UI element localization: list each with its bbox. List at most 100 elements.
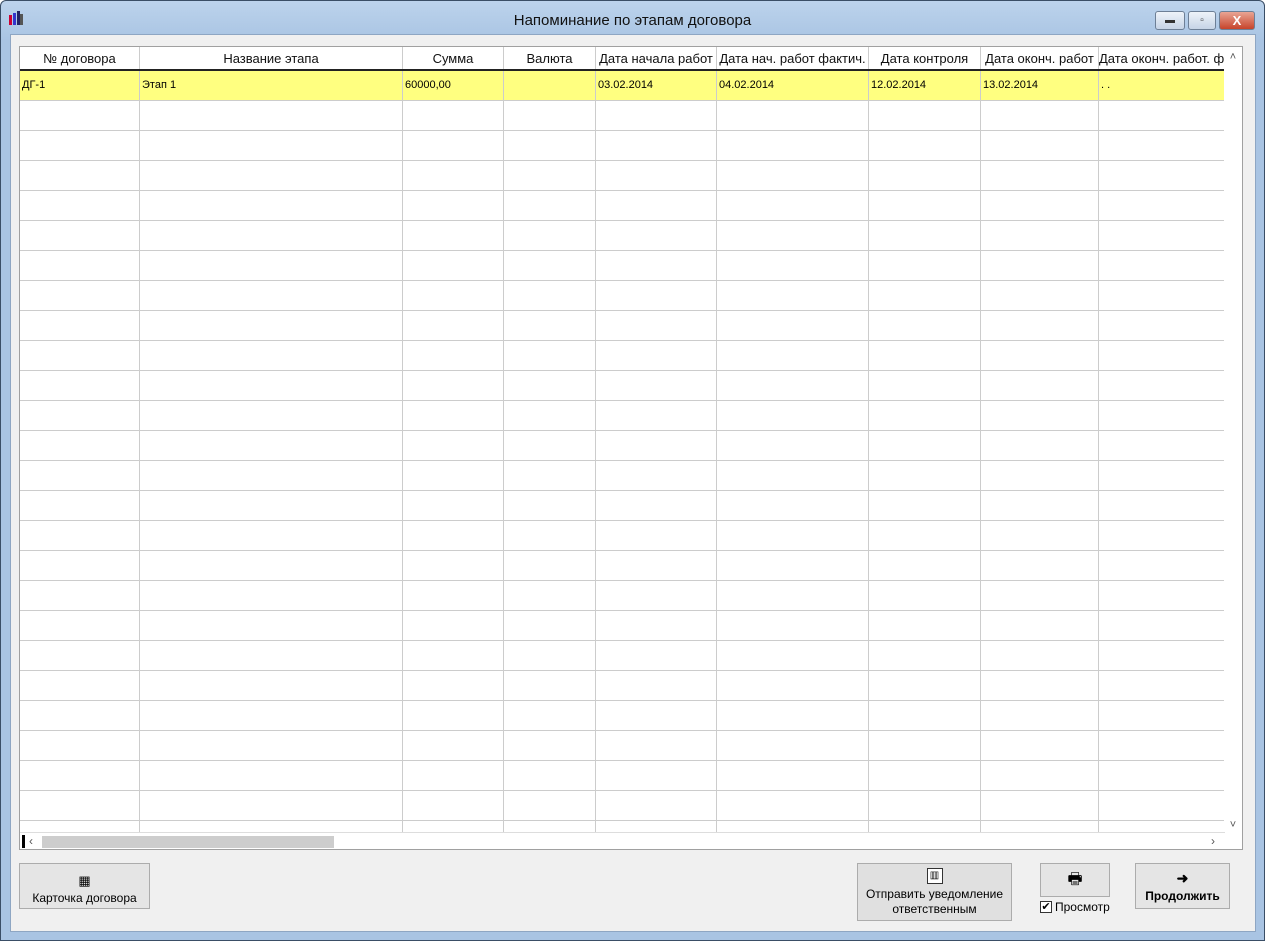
table-cell[interactable] (596, 581, 717, 610)
table-cell[interactable]: 12.02.2014 (869, 71, 981, 100)
table-cell[interactable] (596, 761, 717, 790)
table-cell[interactable] (504, 281, 596, 310)
table-cell[interactable] (596, 521, 717, 550)
table-cell[interactable] (981, 701, 1099, 730)
table-cell[interactable] (981, 491, 1099, 520)
table-cell[interactable] (981, 281, 1099, 310)
table-cell[interactable] (981, 761, 1099, 790)
table-cell[interactable] (717, 401, 869, 430)
table-cell[interactable] (869, 671, 981, 700)
table-cell[interactable] (1099, 701, 1225, 730)
table-cell[interactable] (869, 551, 981, 580)
table-cell[interactable] (140, 101, 403, 130)
table-row[interactable] (20, 161, 1225, 191)
table-cell[interactable] (140, 671, 403, 700)
table-row[interactable] (20, 191, 1225, 221)
table-cell[interactable] (504, 131, 596, 160)
table-cell[interactable] (140, 221, 403, 250)
table-cell[interactable] (869, 101, 981, 130)
table-cell[interactable] (140, 281, 403, 310)
column-header[interactable]: Дата оконч. работ (981, 47, 1099, 69)
table-cell[interactable] (20, 101, 140, 130)
table-cell[interactable]: ДГ-1 (20, 71, 140, 100)
table-cell[interactable] (20, 191, 140, 220)
table-cell[interactable] (596, 161, 717, 190)
send-notification-button[interactable]: ▥ Отправить уведомление ответственным (857, 863, 1012, 921)
table-cell[interactable] (596, 641, 717, 670)
print-button[interactable]: 🖶 (1040, 863, 1110, 897)
table-cell[interactable] (403, 551, 504, 580)
table-cell[interactable] (596, 131, 717, 160)
table-cell[interactable] (504, 341, 596, 370)
table-cell[interactable] (20, 251, 140, 280)
table-cell[interactable] (504, 371, 596, 400)
table-row[interactable] (20, 731, 1225, 761)
table-cell[interactable] (717, 431, 869, 460)
table-cell[interactable] (717, 641, 869, 670)
table-cell[interactable] (20, 731, 140, 760)
table-cell[interactable] (403, 461, 504, 490)
table-cell[interactable] (869, 611, 981, 640)
checkbox-check-icon[interactable]: ✔ (1040, 901, 1052, 913)
table-cell[interactable] (981, 461, 1099, 490)
table-cell[interactable] (504, 191, 596, 220)
table-cell[interactable]: Этап 1 (140, 71, 403, 100)
table-cell[interactable] (869, 521, 981, 550)
table-cell[interactable] (504, 701, 596, 730)
table-cell[interactable] (1099, 311, 1225, 340)
table-cell[interactable] (717, 491, 869, 520)
table-row[interactable] (20, 491, 1225, 521)
column-header[interactable]: Дата контроля (869, 47, 981, 69)
scroll-thumb[interactable] (42, 836, 334, 848)
table-cell[interactable] (20, 371, 140, 400)
table-cell[interactable] (403, 641, 504, 670)
table-row[interactable] (20, 521, 1225, 551)
table-cell[interactable] (140, 461, 403, 490)
table-cell[interactable] (403, 491, 504, 520)
maximize-button[interactable]: ▫ (1188, 11, 1216, 30)
table-cell[interactable] (140, 551, 403, 580)
table-cell[interactable] (20, 701, 140, 730)
table-cell[interactable] (140, 431, 403, 460)
table-row[interactable] (20, 581, 1225, 611)
table-cell[interactable] (20, 761, 140, 790)
table-cell[interactable] (981, 611, 1099, 640)
column-header[interactable]: Дата оконч. работ. фактич. (1099, 47, 1225, 69)
table-cell[interactable] (1099, 461, 1225, 490)
table-cell[interactable] (504, 761, 596, 790)
table-cell[interactable] (140, 701, 403, 730)
table-cell[interactable] (403, 401, 504, 430)
table-cell[interactable] (717, 191, 869, 220)
close-button[interactable]: X (1219, 11, 1255, 30)
column-header[interactable]: Дата нач. работ фактич. (717, 47, 869, 69)
table-cell[interactable] (981, 731, 1099, 760)
table-cell[interactable] (403, 341, 504, 370)
table-cell[interactable] (596, 221, 717, 250)
table-cell[interactable] (869, 701, 981, 730)
table-cell[interactable] (504, 611, 596, 640)
table-cell[interactable] (1099, 491, 1225, 520)
horizontal-scrollbar[interactable]: ‹ › (20, 832, 1225, 849)
table-cell[interactable] (596, 341, 717, 370)
table-cell[interactable] (596, 461, 717, 490)
table-cell[interactable] (403, 671, 504, 700)
table-cell[interactable] (403, 731, 504, 760)
table-cell[interactable] (717, 251, 869, 280)
table-cell[interactable] (981, 161, 1099, 190)
table-cell[interactable] (20, 401, 140, 430)
table-cell[interactable] (869, 221, 981, 250)
table-cell[interactable] (981, 551, 1099, 580)
table-cell[interactable] (20, 341, 140, 370)
table-row[interactable] (20, 251, 1225, 281)
table-cell[interactable] (981, 521, 1099, 550)
table-cell[interactable] (717, 161, 869, 190)
table-row[interactable] (20, 311, 1225, 341)
table-cell[interactable] (504, 401, 596, 430)
table-cell[interactable] (140, 311, 403, 340)
table-cell[interactable] (869, 191, 981, 220)
table-cell[interactable] (403, 761, 504, 790)
table-cell[interactable] (140, 791, 403, 820)
table-cell[interactable] (1099, 431, 1225, 460)
table-cell[interactable] (20, 491, 140, 520)
table-cell[interactable] (717, 521, 869, 550)
